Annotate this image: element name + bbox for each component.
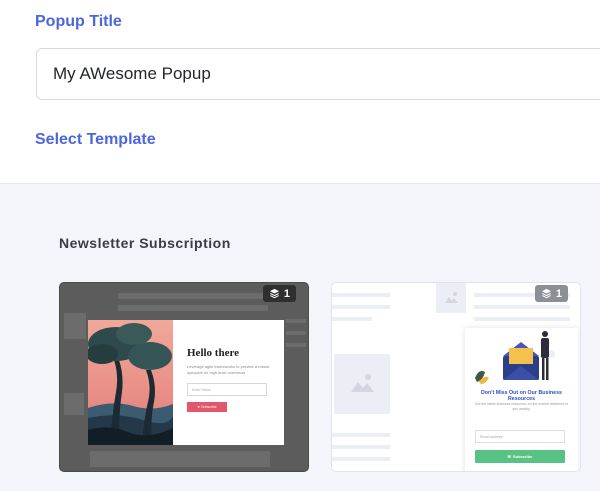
image-placeholder-icon [436, 283, 466, 313]
popup-heading: Don't Miss Out on Our Business Resources [480, 390, 562, 402]
layers-icon [269, 288, 279, 299]
ghost-line [332, 305, 390, 309]
ghost-line [286, 331, 306, 335]
section-heading: Newsletter Subscription [59, 235, 231, 251]
variant-count: 1 [283, 287, 290, 300]
send-icon: ➤ [197, 405, 201, 409]
ghost-line [332, 457, 390, 461]
forest-illustration [88, 320, 173, 445]
select-template-label: Select Template [35, 131, 156, 148]
subscribe-label: Subscribe [201, 405, 217, 409]
ghost-line [332, 445, 390, 449]
mail-envelope-illustration [475, 331, 555, 384]
ghost-line [118, 305, 268, 311]
ghost-line [474, 317, 570, 321]
ghost-block [64, 313, 86, 339]
ghost-line [286, 343, 306, 347]
popup-title-label: Popup Title [35, 13, 122, 30]
popup-settings-panel: Popup Title Select Template [0, 0, 600, 184]
variant-count-badge: 1 [262, 285, 296, 302]
ghost-line [474, 305, 570, 309]
variant-count-badge: 1 [534, 285, 568, 302]
popup-heading: Hello there [187, 347, 240, 359]
subscribe-label: Subscribe [513, 454, 533, 459]
mail-icon: ✉ [507, 454, 511, 459]
popup-description: Leverage agile frameworks to provide a r… [187, 364, 270, 375]
popup-email-input: Email address* [475, 430, 565, 443]
ghost-block [90, 451, 270, 467]
template-card-hello-there[interactable]: 1 Hello there Leverage agile frameworks … [59, 282, 309, 472]
popup-name-input: Enter Name [187, 383, 267, 396]
ghost-block [64, 393, 84, 415]
ghost-line [332, 293, 390, 297]
layers-icon [541, 288, 551, 299]
popup-title-input[interactable] [36, 48, 600, 100]
image-placeholder-icon [334, 354, 390, 414]
popup-description: Get the latest business resources on the… [474, 402, 569, 411]
popup-preview: Hello there Leverage agile frameworks to… [88, 320, 284, 445]
popup-subscribe-button: ✉ Subscribe [475, 450, 565, 463]
ghost-line [332, 433, 390, 437]
variant-count: 1 [555, 287, 562, 300]
popup-preview: Don't Miss Out on Our Business Resources… [465, 328, 578, 471]
template-card-business-resources[interactable]: 1 Don't Miss Out on Our Business Resourc… [331, 282, 581, 472]
popup-subscribe-button: ➤ Subscribe [187, 402, 227, 412]
ghost-line [286, 319, 306, 323]
ghost-line [332, 317, 372, 321]
ghost-line [118, 293, 268, 299]
